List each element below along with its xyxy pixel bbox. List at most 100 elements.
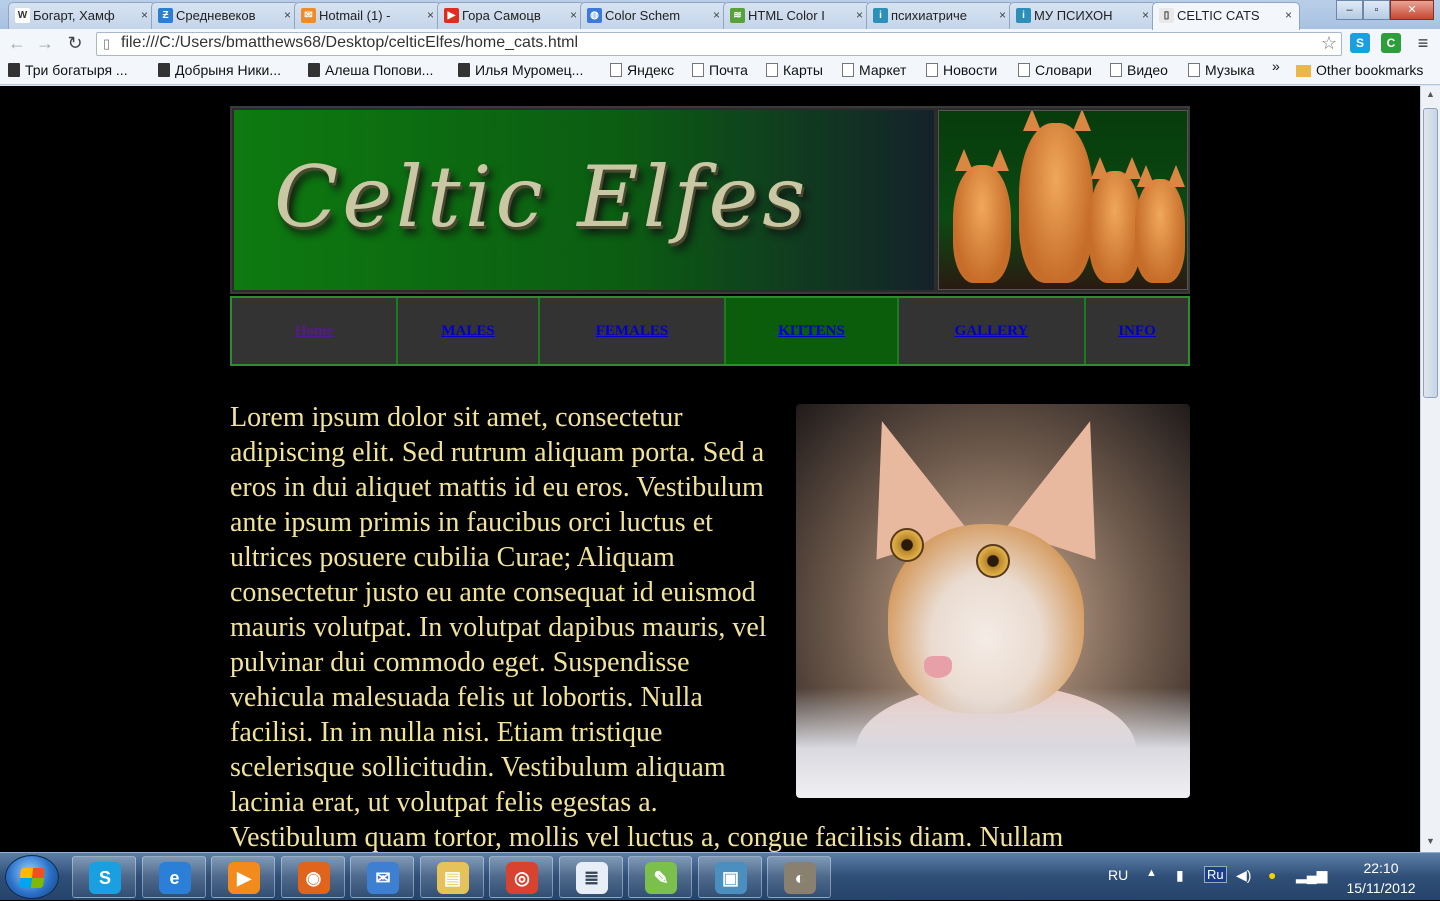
tab-favicon-icon: Ƶ <box>158 8 173 23</box>
bookmark-item[interactable]: Алеша Попови... <box>308 62 433 78</box>
nav-link-home[interactable]: Home <box>232 298 398 364</box>
browser-tab[interactable]: ✉ Hotmail (1) - × <box>294 2 442 29</box>
skype-taskbar-icon: S <box>89 862 121 894</box>
blanket <box>796 688 1190 798</box>
scrollbar-thumb[interactable] <box>1423 108 1438 398</box>
editor-taskbar-icon: ✎ <box>645 862 677 894</box>
tab-label: Богарт, Хамф <box>33 8 115 23</box>
volume-icon[interactable]: ◀) <box>1236 867 1251 884</box>
tab-close-icon[interactable]: × <box>141 8 148 22</box>
reload-button[interactable]: ↻ <box>64 32 86 54</box>
browser-tab[interactable]: i психиатриче × <box>866 2 1014 29</box>
bookmarks-overflow-button[interactable]: » <box>1272 58 1280 74</box>
skype-extension-icon[interactable]: S <box>1350 33 1370 53</box>
browser-tab[interactable]: ◍ Color Schem × <box>580 2 728 29</box>
maximize-button[interactable]: ▫ <box>1363 0 1390 20</box>
page-icon <box>1018 63 1030 77</box>
vertical-scrollbar[interactable]: ▲ ▼ <box>1420 86 1440 852</box>
browser-tab[interactable]: i МУ ПСИХОН × <box>1009 2 1157 29</box>
gimp-taskbar-button[interactable]: ◐ <box>767 856 831 898</box>
kitten-figure <box>1135 179 1185 283</box>
kitten-figure <box>953 165 1011 283</box>
internet-explorer-taskbar-button[interactable]: e <box>141 856 206 898</box>
film-icon <box>8 63 20 77</box>
page-icon <box>692 63 704 77</box>
windows-taskbar: RU ▲ ▮ Ru ◀) ● ▂▄▆ 22:10 15/11/2012 Se ▶ ◉… <box>0 852 1440 900</box>
tab-strip: W Богарт, Хамф × Ƶ Средневеков × ✉ Hotmail (1) … <box>0 0 1440 30</box>
mail-taskbar-button[interactable]: ✉ <box>350 856 414 898</box>
site-logo-banner[interactable]: Celtic Elfes <box>234 110 934 290</box>
close-window-button[interactable]: ✕ <box>1390 0 1434 20</box>
nav-link-females[interactable]: FEMALES <box>540 298 726 364</box>
page-icon <box>926 63 938 77</box>
tab-close-icon[interactable]: × <box>856 8 863 22</box>
minimize-button[interactable]: – <box>1336 0 1363 20</box>
notepad-taskbar-button[interactable]: ≣ <box>558 856 623 898</box>
folder-icon <box>1296 65 1311 77</box>
show-hidden-icons-button[interactable]: ▲ <box>1146 867 1157 879</box>
tab-close-icon[interactable]: × <box>284 8 291 22</box>
tab-close-icon[interactable]: × <box>427 8 434 22</box>
browser-tab[interactable]: Ƶ Средневеков × <box>151 2 299 29</box>
chrome-taskbar-button[interactable]: ◎ <box>489 856 553 898</box>
nav-link-kittens[interactable]: KITTENS <box>726 298 899 364</box>
clock-date: 15/11/2012 <box>1346 880 1416 896</box>
tab-close-icon[interactable]: × <box>1142 8 1149 22</box>
scroll-down-arrow-icon[interactable]: ▼ <box>1424 836 1437 849</box>
signal-strength-icon[interactable]: ▂▄▆ <box>1296 867 1327 884</box>
browser-toolbar: ← → ↻ ▯ file:///C:/Users/bmatthews68/Des… <box>0 29 1440 58</box>
firefox-taskbar-button[interactable]: ◉ <box>280 856 345 898</box>
site-nav: Home MALES FEMALES KITTENS GALLERY INFO <box>230 296 1190 366</box>
image-viewer-taskbar-icon: ▣ <box>714 862 747 894</box>
start-button[interactable] <box>5 855 59 899</box>
bookmark-item[interactable]: Новости <box>926 62 997 78</box>
gimp-taskbar-icon: ◐ <box>784 862 816 894</box>
chrome-menu-button[interactable]: ≡ <box>1412 32 1434 54</box>
bookmark-label: Алеша Попови... <box>325 62 434 78</box>
film-icon <box>158 63 170 77</box>
address-bar[interactable]: ▯ file:///C:/Users/bmatthews68/Desktop/c… <box>96 32 1342 56</box>
bookmark-item[interactable]: Музыка <box>1188 62 1255 78</box>
nav-link-info[interactable]: INFO <box>1086 298 1188 364</box>
browser-tab[interactable]: ▯ CELTIC CATS × <box>1152 2 1300 30</box>
browser-tab[interactable]: ≋ HTML Color I × <box>723 2 871 29</box>
other-bookmarks[interactable]: Other bookmarks <box>1296 62 1423 78</box>
editor-taskbar-button[interactable]: ✎ <box>628 856 692 898</box>
clock[interactable]: 22:10 15/11/2012 <box>1336 858 1426 898</box>
image-viewer-taskbar-button[interactable]: ▣ <box>697 856 762 898</box>
bookmark-item[interactable]: Добрыня Ники... <box>158 62 281 78</box>
bookmark-item[interactable]: Маркет <box>842 62 906 78</box>
bookmark-star-icon[interactable]: ☆ <box>1321 33 1337 54</box>
bookmark-item[interactable]: Три богатыря ... <box>8 62 128 78</box>
bookmark-item[interactable]: Видео <box>1110 62 1168 78</box>
nav-link-gallery[interactable]: GALLERY <box>899 298 1086 364</box>
network-card-icon[interactable]: ▮ <box>1176 867 1184 884</box>
notification-icon[interactable]: ● <box>1268 867 1276 883</box>
tab-favicon-icon: ▯ <box>1159 8 1174 23</box>
browser-tab[interactable]: W Богарт, Хамф × <box>8 2 156 29</box>
tab-close-icon[interactable]: × <box>999 8 1006 22</box>
evernote-extension-icon[interactable]: C <box>1381 33 1401 53</box>
tab-close-icon[interactable]: × <box>713 8 720 22</box>
skype-taskbar-button[interactable]: S <box>72 856 136 898</box>
browser-tab[interactable]: ▶ Гора Самоцв × <box>437 2 585 29</box>
forward-button[interactable]: → <box>34 32 56 54</box>
scroll-up-arrow-icon[interactable]: ▲ <box>1424 89 1437 102</box>
nav-link-males[interactable]: MALES <box>398 298 540 364</box>
tab-close-icon[interactable]: × <box>570 8 577 22</box>
back-button[interactable]: ← <box>6 32 28 54</box>
tab-label: CELTIC CATS <box>1177 8 1260 23</box>
bookmark-item[interactable]: Почта <box>692 62 748 78</box>
bookmark-item[interactable]: Яндекс <box>610 62 674 78</box>
language-indicator[interactable]: RU <box>1108 867 1128 883</box>
tab-close-icon[interactable]: × <box>1285 8 1292 22</box>
bookmark-item[interactable]: Карты <box>766 62 823 78</box>
featured-kitten-photo <box>796 404 1190 798</box>
media-player-taskbar-button[interactable]: ▶ <box>211 856 275 898</box>
page-icon <box>610 63 622 77</box>
bookmark-item[interactable]: Словари <box>1018 62 1092 78</box>
bookmark-item[interactable]: Илья Муромец... <box>458 62 583 78</box>
tab-favicon-icon: ▶ <box>444 8 459 23</box>
keyboard-layout-indicator[interactable]: Ru <box>1204 866 1227 883</box>
explorer-taskbar-button[interactable]: ▤ <box>419 856 484 898</box>
